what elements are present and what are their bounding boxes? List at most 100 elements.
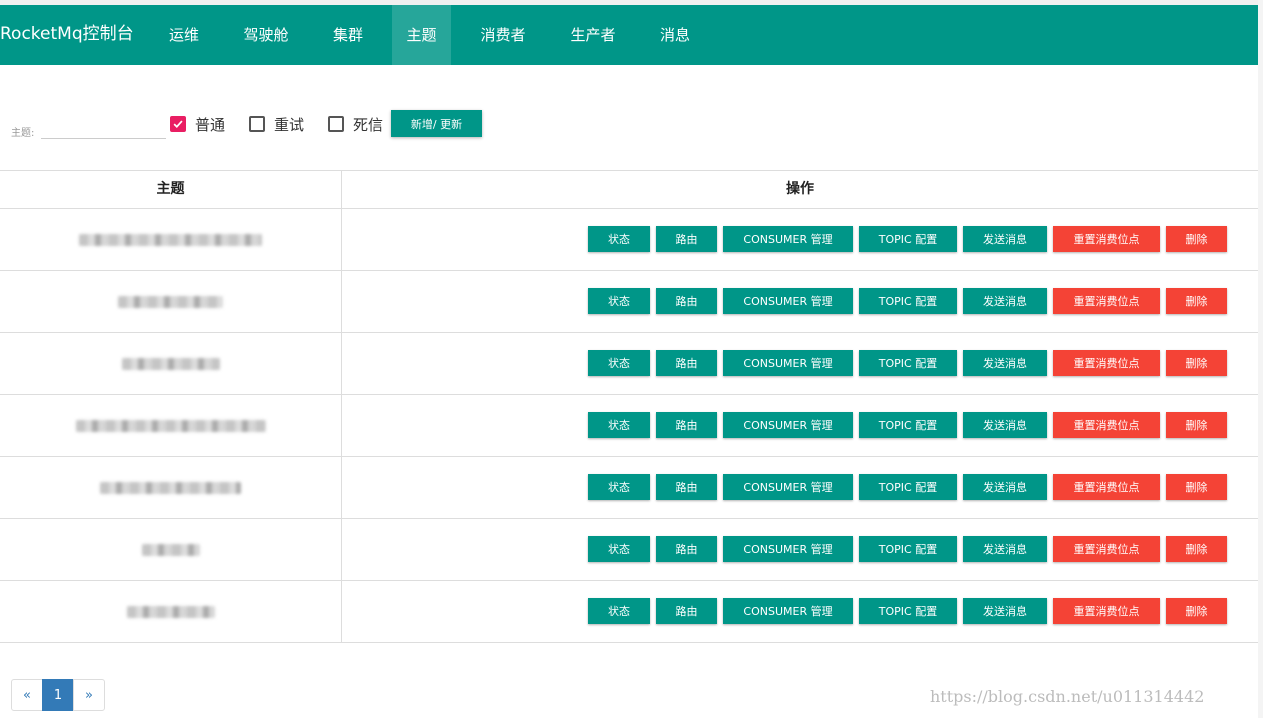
pagination: « 1 » (11, 679, 105, 713)
delete-button[interactable]: 删除 (1166, 288, 1227, 314)
delete-button[interactable]: 删除 (1166, 412, 1227, 438)
nav-item-message[interactable]: 消息 (645, 5, 705, 65)
checkbox-unchecked-icon[interactable] (249, 116, 265, 132)
topic-config-button[interactable]: TOPIC 配置 (859, 412, 957, 438)
topic-config-button[interactable]: TOPIC 配置 (859, 536, 957, 562)
top-navbar: RocketMq控制台 运维 驾驶舱 集群 主题 消费者 生产者 消息 (0, 5, 1258, 65)
route-button[interactable]: 路由 (656, 536, 717, 562)
delete-button[interactable]: 删除 (1166, 598, 1227, 624)
table-body: 状态 路由 CONSUMER 管理 TOPIC 配置 发送消息 重置消费位点 删除 状态 路由 C… (0, 209, 1258, 643)
status-button[interactable]: 状态 (588, 598, 650, 624)
delete-button[interactable]: 删除 (1166, 226, 1227, 252)
table-row: 状态 路由 CONSUMER 管理 TOPIC 配置 发送消息 重置消费位点 删除 (0, 209, 1258, 271)
status-button[interactable]: 状态 (588, 288, 650, 314)
topic-filter-input[interactable] (41, 116, 166, 139)
topic-config-button[interactable]: TOPIC 配置 (859, 598, 957, 624)
pagination-next[interactable]: » (73, 679, 105, 711)
reset-offset-button[interactable]: 重置消费位点 (1053, 226, 1160, 252)
consumer-manage-button[interactable]: CONSUMER 管理 (723, 598, 853, 624)
table-row: 状态 路由 CONSUMER 管理 TOPIC 配置 发送消息 重置消费位点 删除 (0, 395, 1258, 457)
delete-button[interactable]: 删除 (1166, 350, 1227, 376)
send-message-button[interactable]: 发送消息 (963, 226, 1047, 252)
status-button[interactable]: 状态 (588, 350, 650, 376)
reset-offset-button[interactable]: 重置消费位点 (1053, 536, 1160, 562)
nav-item-topic[interactable]: 主题 (392, 5, 451, 65)
topic-name-cell (0, 209, 342, 270)
checkbox-dlq[interactable]: 死信 (328, 113, 383, 135)
send-message-button[interactable]: 发送消息 (963, 350, 1047, 376)
consumer-manage-button[interactable]: CONSUMER 管理 (723, 412, 853, 438)
topic-name-redacted (121, 357, 220, 370)
topic-name-cell (0, 333, 342, 394)
consumer-manage-button[interactable]: CONSUMER 管理 (723, 226, 853, 252)
topic-config-button[interactable]: TOPIC 配置 (859, 350, 957, 376)
consumer-manage-button[interactable]: CONSUMER 管理 (723, 536, 853, 562)
checkbox-normal[interactable]: 普通 (170, 113, 225, 135)
send-message-button[interactable]: 发送消息 (963, 598, 1047, 624)
topic-config-button[interactable]: TOPIC 配置 (859, 474, 957, 500)
checkbox-unchecked-icon[interactable] (328, 116, 344, 132)
status-button[interactable]: 状态 (588, 474, 650, 500)
pagination-prev[interactable]: « (11, 679, 43, 711)
route-button[interactable]: 路由 (656, 598, 717, 624)
reset-offset-button[interactable]: 重置消费位点 (1053, 288, 1160, 314)
consumer-manage-button[interactable]: CONSUMER 管理 (723, 474, 853, 500)
table-header: 主题 操作 (0, 170, 1258, 209)
topic-name-cell (0, 457, 342, 518)
nav-item-dashboard[interactable]: 驾驶舱 (230, 5, 302, 65)
checkbox-checked-icon[interactable] (170, 116, 186, 132)
table-row: 状态 路由 CONSUMER 管理 TOPIC 配置 发送消息 重置消费位点 删除 (0, 333, 1258, 395)
topic-config-button[interactable]: TOPIC 配置 (859, 226, 957, 252)
topic-name-redacted (118, 295, 223, 308)
column-header-operations: 操作 (786, 181, 814, 197)
consumer-manage-button[interactable]: CONSUMER 管理 (723, 350, 853, 376)
delete-button[interactable]: 删除 (1166, 536, 1227, 562)
table-row: 状态 路由 CONSUMER 管理 TOPIC 配置 发送消息 重置消费位点 删除 (0, 457, 1258, 519)
route-button[interactable]: 路由 (656, 412, 717, 438)
topic-config-button[interactable]: TOPIC 配置 (859, 288, 957, 314)
pagination-page[interactable]: 1 (42, 679, 74, 711)
table-row: 状态 路由 CONSUMER 管理 TOPIC 配置 发送消息 重置消费位点 删除 (0, 581, 1258, 643)
status-button[interactable]: 状态 (588, 536, 650, 562)
nav-item-cluster[interactable]: 集群 (318, 5, 378, 65)
table-row: 状态 路由 CONSUMER 管理 TOPIC 配置 发送消息 重置消费位点 删除 (0, 519, 1258, 581)
send-message-button[interactable]: 发送消息 (963, 288, 1047, 314)
consumer-manage-button[interactable]: CONSUMER 管理 (723, 288, 853, 314)
topic-name-cell (0, 271, 342, 332)
route-button[interactable]: 路由 (656, 288, 717, 314)
checkbox-retry-label: 重试 (274, 115, 305, 134)
nav-item-producer[interactable]: 生产者 (555, 5, 631, 65)
topic-name-redacted (79, 233, 262, 246)
topic-name-redacted (100, 481, 241, 494)
column-header-topic: 主题 (0, 171, 342, 208)
route-button[interactable]: 路由 (656, 474, 717, 500)
scrollbar-track (1258, 0, 1263, 718)
topic-name-cell (0, 519, 342, 580)
send-message-button[interactable]: 发送消息 (963, 474, 1047, 500)
reset-offset-button[interactable]: 重置消费位点 (1053, 598, 1160, 624)
nav-item-ops[interactable]: 运维 (155, 5, 213, 65)
route-button[interactable]: 路由 (656, 226, 717, 252)
reset-offset-button[interactable]: 重置消费位点 (1053, 412, 1160, 438)
topic-name-cell (0, 395, 342, 456)
brand-title[interactable]: RocketMq控制台 (0, 5, 134, 65)
reset-offset-button[interactable]: 重置消费位点 (1053, 350, 1160, 376)
route-button[interactable]: 路由 (656, 350, 717, 376)
table-row: 状态 路由 CONSUMER 管理 TOPIC 配置 发送消息 重置消费位点 删除 (0, 271, 1258, 333)
checkbox-retry[interactable]: 重试 (249, 113, 304, 135)
delete-button[interactable]: 删除 (1166, 474, 1227, 500)
topic-name-redacted (126, 605, 215, 618)
watermark: https://blog.csdn.net/u011314442 (930, 687, 1205, 706)
checkbox-dlq-label: 死信 (353, 115, 384, 134)
nav-item-consumer[interactable]: 消费者 (466, 5, 540, 65)
status-button[interactable]: 状态 (588, 226, 650, 252)
add-update-button[interactable]: 新增/ 更新 (391, 110, 482, 137)
topic-name-redacted (75, 419, 266, 432)
reset-offset-button[interactable]: 重置消费位点 (1053, 474, 1160, 500)
send-message-button[interactable]: 发送消息 (963, 536, 1047, 562)
topic-name-redacted (141, 543, 200, 556)
topic-name-cell (0, 581, 342, 642)
send-message-button[interactable]: 发送消息 (963, 412, 1047, 438)
status-button[interactable]: 状态 (588, 412, 650, 438)
checkbox-normal-label: 普通 (195, 115, 226, 134)
